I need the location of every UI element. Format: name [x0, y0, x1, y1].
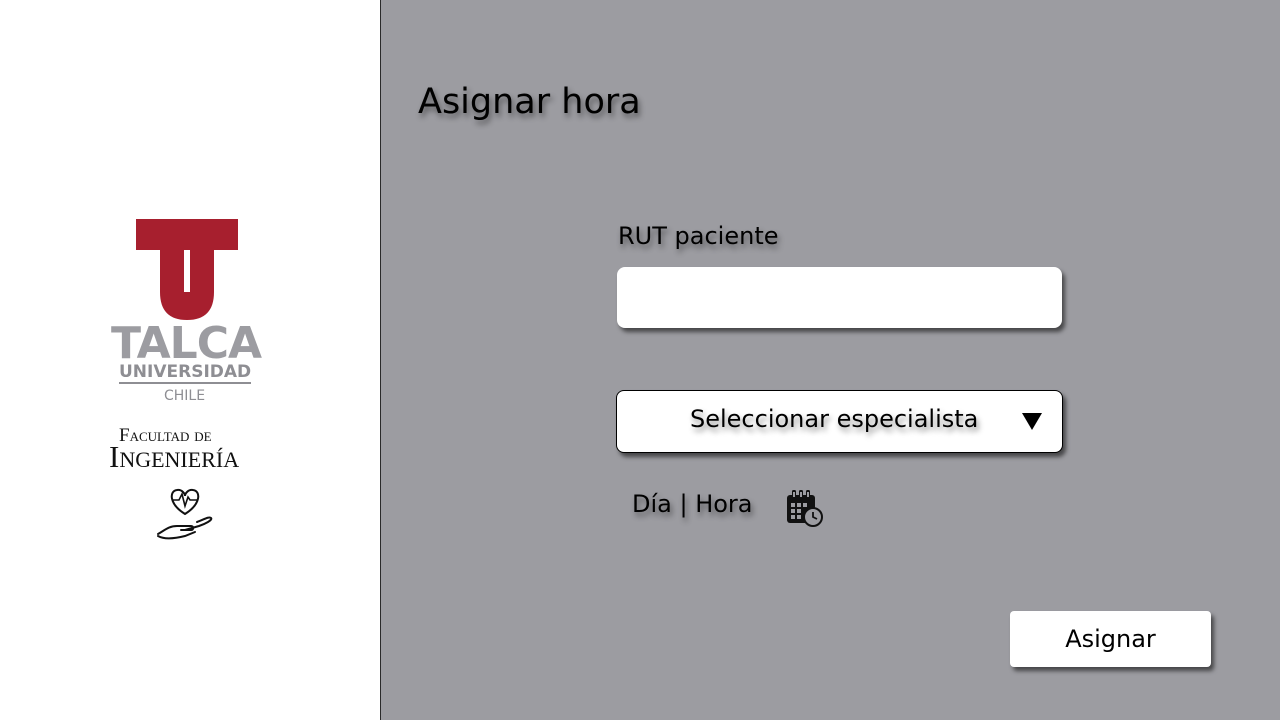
rut-label: RUT paciente: [618, 222, 779, 250]
calendar-clock-icon[interactable]: [784, 488, 824, 528]
specialist-select[interactable]: Seleccionar especialista: [616, 390, 1063, 453]
assign-button[interactable]: Asignar: [1010, 611, 1211, 667]
main-panel: Asignar hora RUT paciente Seleccionar es…: [381, 0, 1280, 720]
datetime-label: Día | Hora: [632, 490, 753, 518]
sidebar: TALCA UNIVERSIDAD CHILE Facultad de Inge…: [0, 0, 380, 720]
university-logo: TALCA UNIVERSIDAD CHILE Facultad de Inge…: [100, 210, 285, 550]
triangle-down-icon: [1022, 413, 1042, 430]
logo-subtitle: UNIVERSIDAD: [119, 362, 252, 384]
logo-country: CHILE: [164, 388, 206, 404]
utalca-crest-icon: [136, 219, 238, 320]
heart-hand-icon: [157, 488, 213, 540]
specialist-select-value: Seleccionar especialista: [690, 405, 979, 433]
faculty-name: Ingeniería: [109, 439, 240, 474]
page-title: Asignar hora: [418, 82, 641, 122]
rut-input[interactable]: [617, 267, 1062, 328]
app-window: TALCA UNIVERSIDAD CHILE Facultad de Inge…: [0, 0, 1280, 720]
logo-name: TALCA: [111, 318, 262, 369]
